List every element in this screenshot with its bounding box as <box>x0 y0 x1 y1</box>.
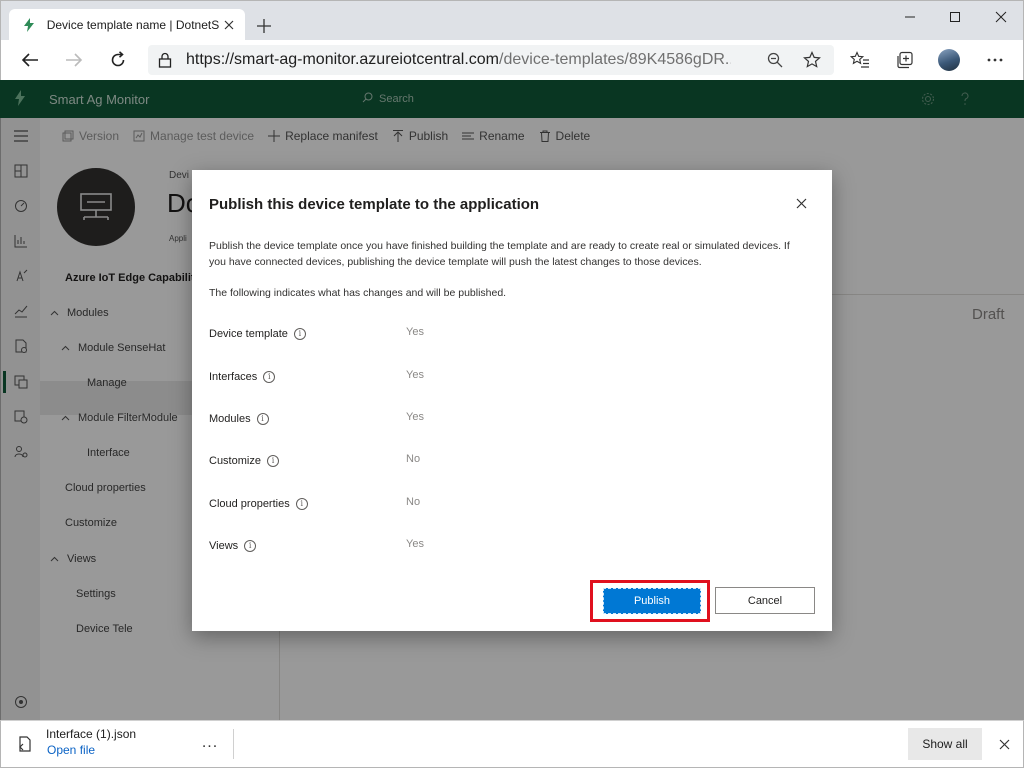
info-icon[interactable]: i <box>266 455 279 467</box>
change-value: Yes <box>406 538 424 550</box>
url-host: https://smart-ag-monitor.azureiotcentral… <box>186 51 500 68</box>
change-label: Cloud properties <box>209 498 290 510</box>
dialog-title: Publish this device template to the appl… <box>209 196 540 213</box>
download-file-name[interactable]: Interface (1).json <box>46 727 136 741</box>
info-icon[interactable]: i <box>293 328 306 340</box>
info-icon[interactable]: i <box>263 371 276 383</box>
settings-more-icon[interactable] <box>984 49 1006 71</box>
new-tab-button[interactable] <box>253 15 275 37</box>
lock-icon[interactable] <box>158 52 172 68</box>
change-label: Views <box>209 540 239 552</box>
close-download-bar-icon[interactable] <box>994 734 1014 754</box>
tab-title: Device template name | DotnetS <box>46 18 220 32</box>
favorite-star-icon[interactable] <box>803 51 821 69</box>
change-row-customize: Customize i No <box>209 453 609 471</box>
refresh-button[interactable] <box>105 47 131 73</box>
minimize-button[interactable] <box>895 7 925 27</box>
change-row-views: Views i Yes <box>209 538 609 556</box>
close-icon[interactable] <box>792 194 810 212</box>
change-row-cloud-properties: Cloud properties i No <box>209 496 609 514</box>
change-value: Yes <box>406 411 424 423</box>
change-value: No <box>406 453 421 465</box>
dialog-description: Publish the device template once you hav… <box>209 240 790 268</box>
change-value: No <box>406 496 421 508</box>
bolt-icon <box>21 17 37 33</box>
change-value: Yes <box>406 369 424 381</box>
favorites-icon[interactable] <box>849 49 871 71</box>
download-more-button[interactable]: ... <box>199 733 221 753</box>
url-path: /device-templates/89K4586gDR... <box>499 51 732 68</box>
cancel-button[interactable]: Cancel <box>715 587 815 614</box>
publish-button[interactable]: Publish <box>603 588 701 614</box>
info-icon[interactable]: i <box>256 413 269 425</box>
change-row-device-template: Device template i Yes <box>209 326 609 344</box>
close-tab-icon[interactable] <box>221 17 237 33</box>
change-label: Interfaces <box>209 371 258 383</box>
publish-dialog: Publish this device template to the appl… <box>192 170 832 631</box>
info-icon[interactable]: i <box>295 498 308 510</box>
zoom-icon[interactable] <box>766 51 784 69</box>
maximize-button[interactable] <box>940 7 970 27</box>
change-label: Device template <box>209 328 288 340</box>
browser-tab[interactable]: Device template name | DotnetS <box>9 9 245 41</box>
change-row-interfaces: Interfaces i Yes <box>209 369 609 387</box>
change-row-modules: Modules i Yes <box>209 411 609 429</box>
dialog-note: The following indicates what has changes… <box>209 287 507 299</box>
forward-button[interactable] <box>61 47 87 73</box>
file-download-icon <box>15 734 35 754</box>
show-all-button[interactable]: Show all <box>908 728 982 760</box>
open-file-link[interactable]: Open file <box>47 743 95 757</box>
download-separator <box>233 729 234 759</box>
change-label: Modules <box>209 413 251 425</box>
back-button[interactable] <box>17 47 43 73</box>
collections-icon[interactable] <box>894 49 916 71</box>
address-bar-row: https://smart-ag-monitor.azureiotcentral… <box>0 40 1024 80</box>
profile-avatar[interactable] <box>938 49 960 71</box>
close-window-button[interactable] <box>986 7 1016 27</box>
change-value: Yes <box>406 326 424 338</box>
info-icon[interactable]: i <box>244 540 257 552</box>
download-bar: Interface (1).json Open file ... Show al… <box>0 720 1024 768</box>
change-label: Customize <box>209 455 261 467</box>
url-field[interactable]: https://smart-ag-monitor.azureiotcentral… <box>148 45 834 75</box>
browser-tabstrip: Device template name | DotnetS <box>0 0 1024 41</box>
